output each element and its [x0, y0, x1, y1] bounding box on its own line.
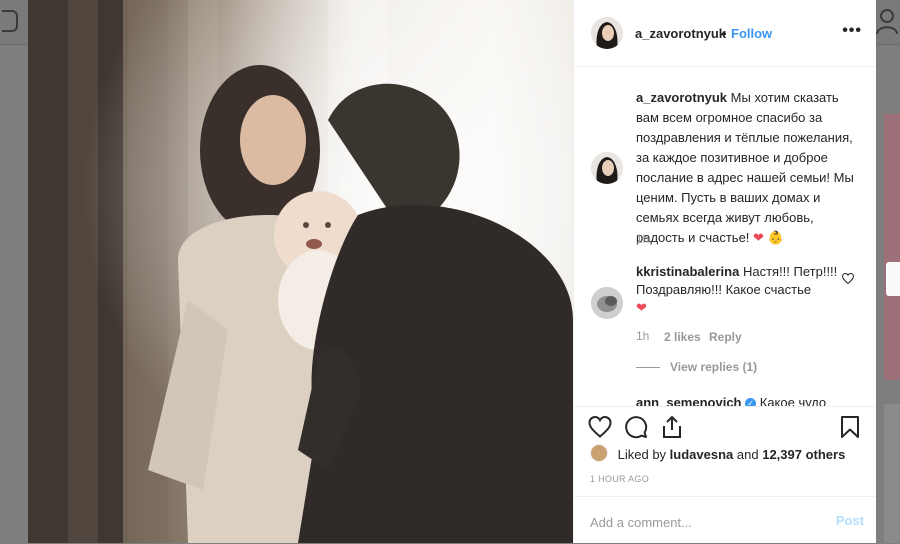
- comment-time[interactable]: 1h: [636, 329, 649, 343]
- comment-username[interactable]: kkristinabalerina: [636, 264, 739, 279]
- post-button[interactable]: Post: [836, 513, 864, 528]
- comment-avatar[interactable]: [591, 287, 623, 319]
- heart-emoji: ❤: [753, 230, 764, 245]
- comment-username[interactable]: ann_semenovich: [636, 395, 742, 406]
- comment-heart-icon[interactable]: [842, 273, 854, 284]
- bookmark-icon[interactable]: [838, 415, 862, 439]
- caption-avatar[interactable]: [591, 152, 623, 184]
- add-comment-input[interactable]: [588, 511, 822, 533]
- post-timestamp[interactable]: 1 HOUR AGO: [590, 474, 649, 484]
- view-replies-button[interactable]: View replies (1): [636, 360, 757, 374]
- verified-icon: ✓: [745, 398, 757, 406]
- caption-time[interactable]: 1h: [636, 232, 649, 246]
- heart-icon[interactable]: [588, 415, 612, 439]
- caption-text: Мы хотим сказать вам всем огромное спаси…: [636, 90, 854, 245]
- liker-username[interactable]: ludavesna: [670, 447, 734, 462]
- baby-emoji: 👶: [767, 230, 784, 245]
- background-card: [884, 114, 900, 380]
- comment-text: Какое чудо: [759, 395, 827, 406]
- follow-button[interactable]: Follow: [731, 26, 772, 41]
- next-post-arrow[interactable]: [886, 262, 900, 296]
- more-icon[interactable]: •••: [842, 22, 862, 40]
- post-header: a_zavorotnyuk • Follow •••: [574, 0, 876, 67]
- post-caption: a_zavorotnyuk Мы хотим сказать вам всем …: [636, 88, 858, 248]
- view-replies-label: View replies (1): [670, 360, 758, 374]
- replies-line: [636, 367, 660, 369]
- reply-button[interactable]: Reply: [709, 330, 742, 344]
- author-username[interactable]: a_zavorotnyuk: [635, 26, 726, 41]
- heart-emoji: ❤: [636, 300, 647, 315]
- background-card: [884, 404, 900, 543]
- camera-icon: [2, 10, 18, 32]
- liker-avatar[interactable]: [590, 444, 608, 462]
- share-icon[interactable]: [660, 415, 684, 439]
- post-photo: [28, 0, 573, 543]
- comments-list[interactable]: a_zavorotnyuk Мы хотим сказать вам всем …: [574, 67, 876, 406]
- caption-username[interactable]: a_zavorotnyuk: [636, 90, 727, 105]
- profile-icon: [876, 9, 898, 34]
- likes-summary: Liked by ludavesna and 12,397 others: [590, 444, 845, 462]
- comment-text-block: ann_semenovich ✓ Какое чудо: [636, 395, 826, 406]
- post-modal: a_zavorotnyuk • Follow ••• a_zavorotnyuk…: [28, 0, 876, 543]
- comment-text-block: kkristinabalerina Настя!!! Петр!!!! Позд…: [636, 263, 846, 317]
- likes-others[interactable]: 12,397 others: [762, 447, 845, 462]
- author-avatar[interactable]: [591, 17, 623, 49]
- likes-prefix: Liked by: [617, 447, 667, 462]
- likes-middle: and: [736, 447, 759, 462]
- comment-icon[interactable]: [624, 415, 648, 439]
- add-comment-bar: Post: [574, 496, 876, 544]
- comment-likes[interactable]: 2 likes: [664, 330, 701, 344]
- post-actions: [574, 406, 876, 447]
- post-sidebar: a_zavorotnyuk • Follow ••• a_zavorotnyuk…: [573, 0, 876, 543]
- separator-dot: •: [722, 26, 727, 41]
- family-photo: [28, 0, 573, 543]
